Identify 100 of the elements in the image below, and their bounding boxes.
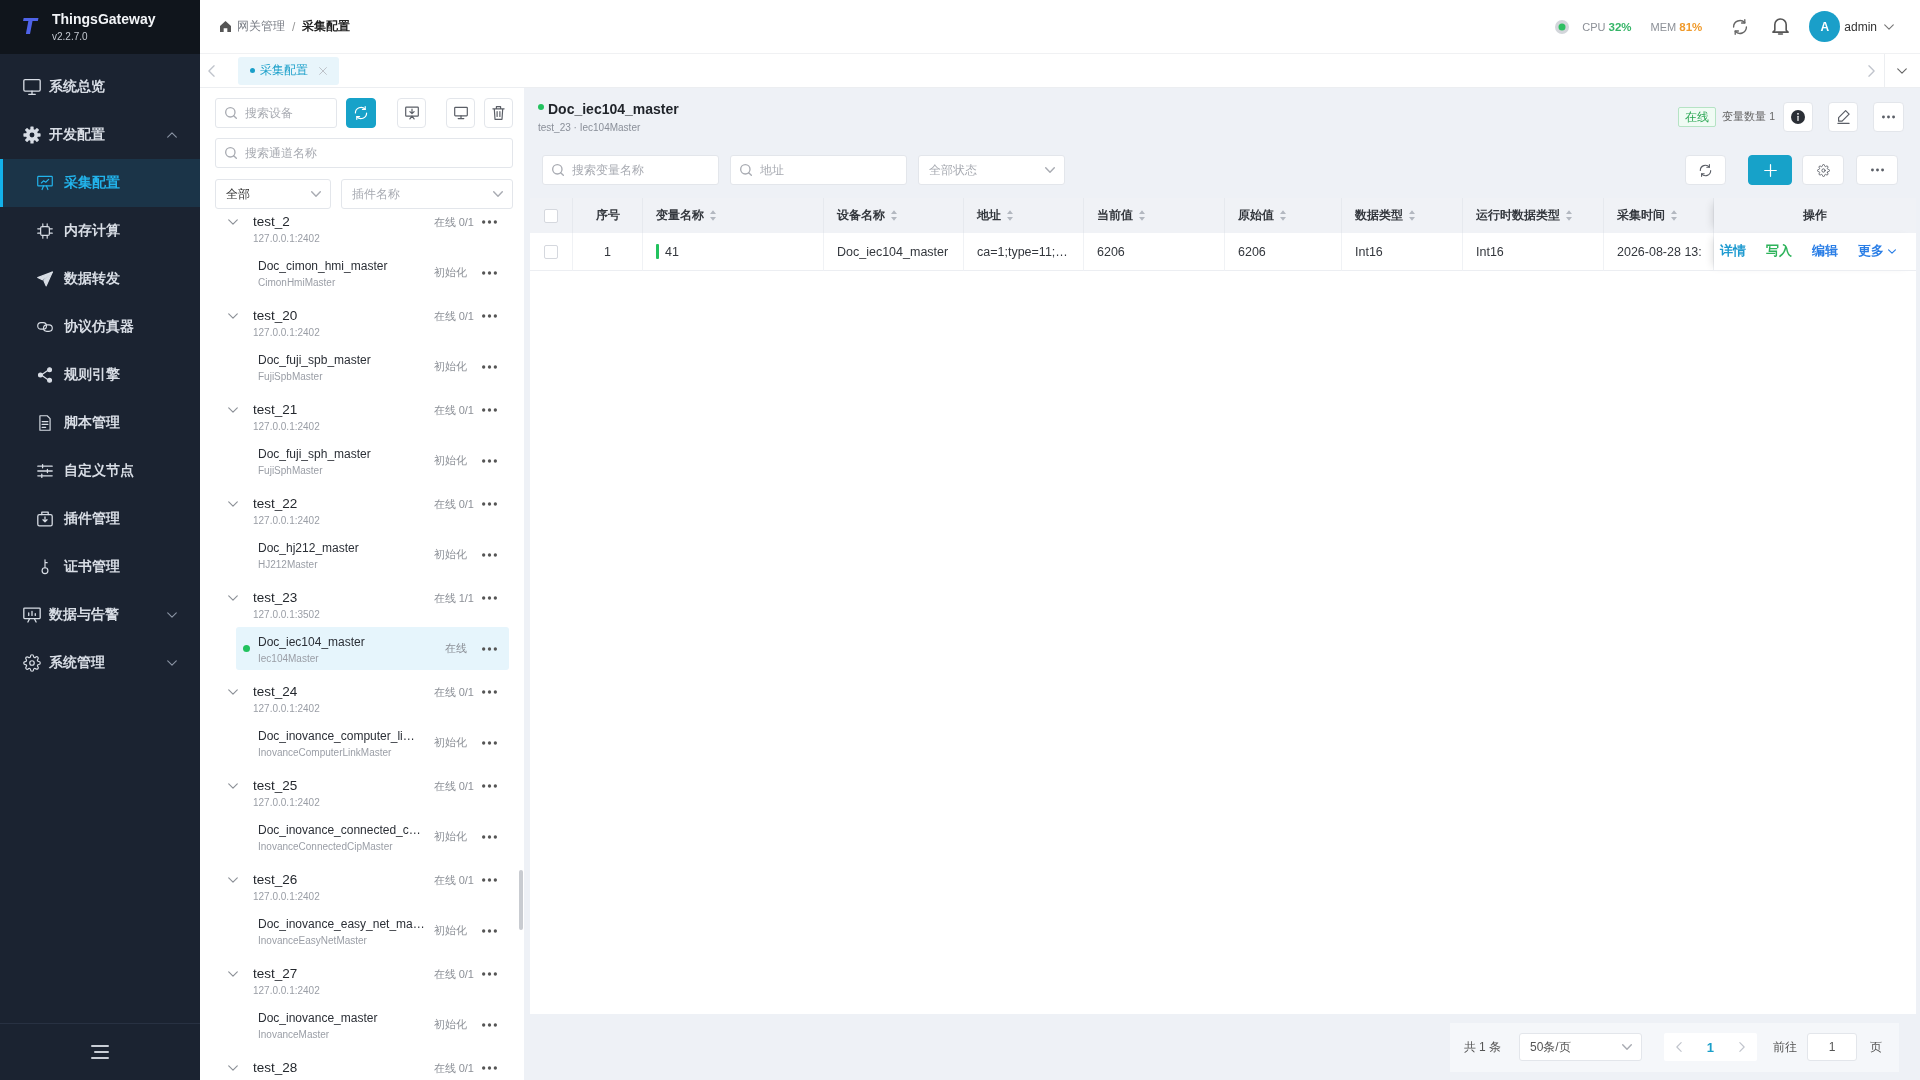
channel-name[interactable]: test_28 — [253, 1058, 298, 1078]
column-header[interactable]: 设备名称 — [824, 198, 964, 233]
user-name[interactable]: admin — [1844, 19, 1877, 34]
menu-item[interactable]: 证书管理 — [0, 543, 200, 591]
menu-item[interactable]: 开发配置 — [0, 111, 200, 159]
settings-button[interactable] — [1802, 155, 1844, 185]
column-header[interactable]: 变量名称 — [643, 198, 824, 233]
menu-item[interactable]: 内存计算 — [0, 207, 200, 255]
menu-item[interactable]: 数据转发 — [0, 255, 200, 303]
more-icon[interactable] — [482, 878, 497, 882]
more-icon[interactable] — [482, 552, 497, 557]
menu-item[interactable]: 规则引擎 — [0, 351, 200, 399]
device-item[interactable]: Doc_fuji_sph_master FujiSphMaster 初始化 — [236, 439, 509, 482]
monitor-button[interactable] — [446, 98, 475, 128]
more-icon[interactable] — [482, 1022, 497, 1027]
scrollbar-thumb[interactable] — [519, 870, 523, 930]
refresh-button[interactable] — [1685, 155, 1726, 185]
column-header[interactable]: 采集时间 — [1604, 198, 1714, 233]
menu-item[interactable]: 采集配置 — [0, 159, 200, 207]
action-link[interactable]: 编辑 — [1812, 243, 1838, 260]
channel-name[interactable]: test_27 — [253, 964, 298, 984]
column-header[interactable]: 数据类型 — [1342, 198, 1463, 233]
menu-icon[interactable] — [91, 1045, 109, 1059]
more-icon[interactable] — [482, 364, 497, 369]
device-item[interactable]: Doc_fuji_spb_master FujiSpbMaster 初始化 — [236, 345, 509, 388]
breadcrumb-link[interactable]: 网关管理 — [237, 18, 285, 35]
device-item[interactable]: Doc_inovance_easy_net_ma… InovanceEasyNetMaster 初始化 — [236, 909, 509, 952]
channel-name[interactable]: test_26 — [253, 870, 298, 890]
chevron-down-icon[interactable] — [1897, 67, 1907, 74]
select-field[interactable]: 全部状态 — [918, 155, 1065, 185]
channel-name[interactable]: test_24 — [253, 682, 298, 702]
chevron-icon[interactable] — [228, 783, 238, 789]
checkbox[interactable] — [544, 244, 558, 259]
chevron-icon[interactable] — [228, 689, 238, 695]
more-icon[interactable] — [482, 270, 497, 275]
more-icon[interactable] — [482, 690, 497, 694]
home-icon[interactable] — [220, 21, 231, 32]
chevron-icon[interactable] — [228, 595, 238, 601]
search-field[interactable]: 搜索变量名称 — [542, 155, 719, 185]
page-size-select[interactable]: 50条/页 — [1519, 1033, 1642, 1061]
add-button[interactable] — [1748, 155, 1792, 185]
channel-name[interactable]: test_2 — [253, 212, 290, 232]
sync-button[interactable] — [346, 98, 376, 128]
channel-name[interactable]: test_23 — [253, 588, 298, 608]
more-icon[interactable] — [482, 314, 497, 318]
more-icon[interactable] — [482, 740, 497, 745]
chevron-icon[interactable] — [228, 971, 238, 977]
more-icon[interactable] — [482, 596, 497, 600]
device-item[interactable]: Doc_hj212_master HJ212Master 初始化 — [236, 533, 509, 576]
device-item[interactable]: Doc_inovance_connected_c… InovanceConnectedCipMaster 初始化 — [236, 815, 509, 858]
chevron-icon[interactable] — [228, 1065, 238, 1071]
menu-item[interactable]: 自定义节点 — [0, 447, 200, 495]
channel-name[interactable]: test_20 — [253, 306, 298, 326]
plugin-select[interactable]: 插件名称 — [341, 179, 513, 209]
column-header[interactable]: 运行时数据类型 — [1463, 198, 1604, 233]
device-item[interactable]: Doc_cimon_hmi_master CimonHmiMaster 初始化 — [236, 251, 509, 294]
more-icon[interactable] — [482, 784, 497, 788]
chevron-icon[interactable] — [228, 501, 238, 507]
more-icon[interactable] — [482, 502, 497, 506]
menu-item[interactable]: 系统总览 — [0, 63, 200, 111]
channel-search-field[interactable]: 搜索通道名称 — [215, 138, 513, 168]
channel-name[interactable]: test_21 — [253, 400, 298, 420]
refresh-icon[interactable] — [1732, 18, 1749, 35]
column-header[interactable]: 原始值 — [1225, 198, 1342, 233]
more-icon[interactable] — [482, 646, 497, 651]
more-icon[interactable] — [482, 928, 497, 933]
more-icon[interactable] — [482, 220, 497, 224]
menu-item[interactable]: 数据与告警 — [0, 591, 200, 639]
more-icon[interactable] — [482, 834, 497, 839]
chevron-icon[interactable] — [228, 407, 238, 413]
channel-name[interactable]: test_25 — [253, 776, 298, 796]
more-icon[interactable] — [482, 458, 497, 463]
page-input[interactable]: 1 — [1807, 1033, 1857, 1061]
bell-icon[interactable] — [1772, 18, 1790, 35]
more-dropdown[interactable]: 更多 — [1858, 243, 1896, 260]
menu-item[interactable]: 协议仿真器 — [0, 303, 200, 351]
more-icon[interactable] — [482, 972, 497, 976]
chevron-icon[interactable] — [228, 219, 238, 225]
more-icon[interactable] — [482, 1066, 497, 1070]
menu-item[interactable]: 脚本管理 — [0, 399, 200, 447]
chevron-icon[interactable] — [228, 877, 238, 883]
device-item[interactable]: Doc_inovance_master InovanceMaster 初始化 — [236, 1003, 509, 1046]
chevron-icon[interactable] — [228, 313, 238, 319]
menu-item[interactable]: 插件管理 — [0, 495, 200, 543]
info-button[interactable] — [1783, 102, 1813, 132]
checkbox[interactable] — [544, 208, 558, 223]
device-item[interactable]: Doc_inovance_computer_li… InovanceComputerLinkMaster 初始化 — [236, 721, 509, 764]
type-select[interactable]: 全部 — [215, 179, 331, 209]
device-item[interactable]: Doc_iec104_master Iec104Master 在线 — [236, 627, 509, 670]
device-search-field[interactable]: 搜索设备 — [215, 98, 337, 128]
chevron-icon[interactable] — [1884, 23, 1894, 30]
column-header[interactable]: 地址 — [964, 198, 1084, 233]
search-field[interactable]: 地址 — [730, 155, 907, 185]
delete-button[interactable] — [484, 98, 513, 128]
channel-name[interactable]: test_22 — [253, 494, 298, 514]
menu-item[interactable]: 系统管理 — [0, 639, 200, 687]
more-icon[interactable] — [482, 408, 497, 412]
edit-button[interactable] — [1828, 102, 1858, 132]
column-header[interactable]: 当前值 — [1084, 198, 1225, 233]
board-arrow-button[interactable] — [397, 98, 426, 128]
